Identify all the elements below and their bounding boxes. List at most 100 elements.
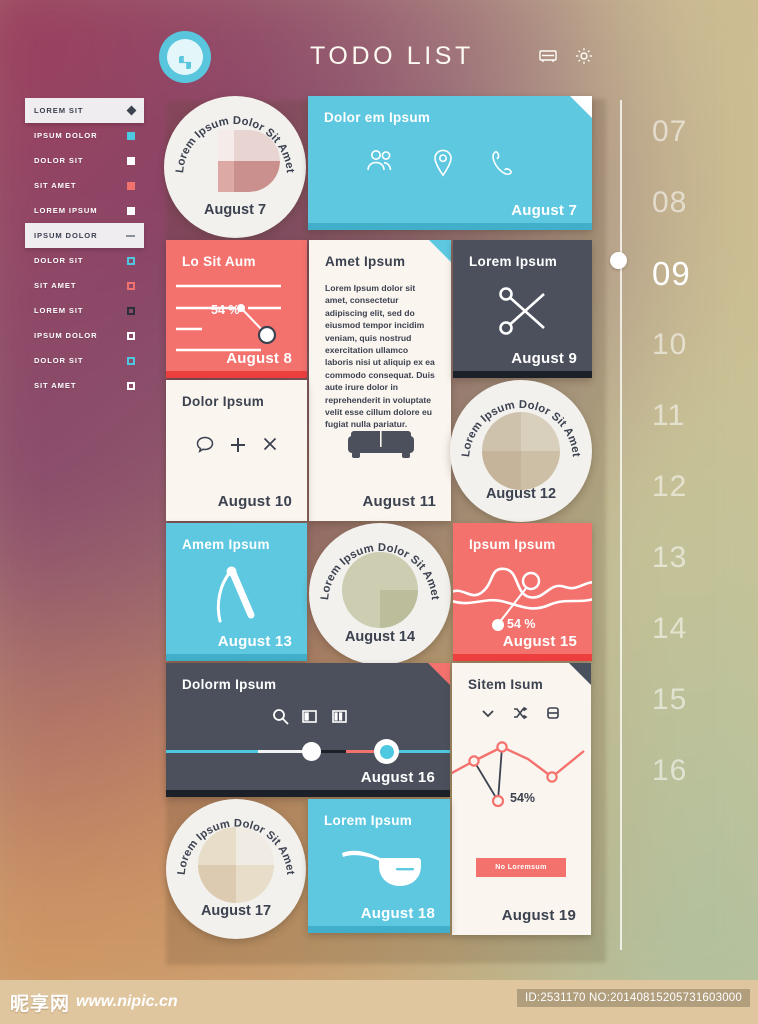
sidebar-item-label: DOLOR SIT	[34, 356, 84, 365]
sidebar-item-7[interactable]: SIT AMET	[25, 273, 144, 298]
card-aug9-dark[interactable]: Lorem Ipsum August 9	[453, 240, 592, 378]
card-board: Lorem Ipsum Dolor Sit Amet August 7 Dolo…	[164, 96, 592, 939]
card-date: August 7	[511, 202, 577, 219]
card-aug14-circle[interactable]: Lorem Ipsum Dolor Sit Amet August 14	[309, 523, 451, 665]
svg-text:Lorem Ipsum Dolor Sit Amet: Lorem Ipsum Dolor Sit Amet	[176, 817, 296, 875]
square-marker-icon	[127, 156, 135, 165]
sidebar-item-label: SIT AMET	[34, 281, 77, 290]
dash-marker-icon	[126, 234, 135, 237]
slider-handle-right[interactable]	[374, 739, 399, 764]
chevron-down-icon[interactable]	[480, 705, 496, 726]
card-aug13-blue[interactable]: Amem Ipsum August 13	[166, 523, 307, 661]
scissors-icon[interactable]	[497, 284, 551, 343]
screen-icon[interactable]	[538, 46, 558, 66]
ring-marker-icon	[127, 281, 135, 290]
sidebar-item-3[interactable]: SIT AMET	[25, 173, 144, 198]
slider-handle-left[interactable]	[302, 742, 321, 761]
slider-track-cyan-left	[166, 750, 258, 753]
gear-icon[interactable]	[574, 46, 594, 66]
razor-icon[interactable]	[209, 563, 263, 636]
page-fold	[570, 96, 592, 118]
aug7-icon-row	[348, 148, 532, 183]
timeline-number-08[interactable]: 08	[652, 167, 722, 238]
card-date: August 16	[360, 769, 435, 786]
row3-spacer	[307, 380, 451, 521]
ring-marker-icon	[127, 331, 135, 340]
sidebar-item-2[interactable]: DOLOR SIT	[25, 148, 144, 173]
timeline-number-10[interactable]: 10	[652, 309, 722, 380]
pipe-icon[interactable]	[338, 847, 422, 894]
card-aug17-circle[interactable]: Lorem Ipsum Dolor Sit Amet August 17	[166, 799, 306, 939]
sidebar-item-1[interactable]: IPSUM DOLOR	[25, 123, 144, 148]
card-aug15-red[interactable]: Ipsum Ipsum 54 % August 15	[453, 523, 592, 661]
aug16-slider[interactable]	[166, 739, 450, 764]
card-aug18-blue[interactable]: Lorem Ipsum August 18	[308, 799, 450, 933]
sidebar-item-label: IPSUM DOLOR	[34, 331, 98, 340]
ring-marker-icon	[127, 356, 135, 365]
card-date: August 17	[200, 903, 272, 919]
layout-split-icon[interactable]	[331, 708, 348, 730]
sidebar-item-11[interactable]: SIT AMET	[25, 373, 144, 398]
sidebar-item-0[interactable]: LOREM SIT	[25, 98, 144, 123]
sidebar-item-9[interactable]: IPSUM DOLOR	[25, 323, 144, 348]
group-icon[interactable]	[365, 148, 397, 183]
plus-icon[interactable]	[228, 435, 248, 460]
aug15-percent-label: 54 %	[507, 617, 536, 631]
card-title: Ipsum Ipsum	[469, 537, 556, 552]
skull-badge-icon[interactable]	[159, 31, 211, 83]
card-title: Sitem Isum	[468, 677, 544, 692]
tag-icon[interactable]	[545, 705, 561, 726]
timeline-number-12[interactable]: 12	[652, 451, 722, 522]
timeline-number-09[interactable]: 09	[652, 238, 722, 309]
sidebar-item-label: LOREM IPSUM	[34, 206, 98, 215]
sidebar-item-10[interactable]: DOLOR SIT	[25, 348, 144, 373]
timeline-number-11[interactable]: 11	[652, 380, 722, 451]
card-aug7-circle[interactable]: Lorem Ipsum Dolor Sit Amet August 7	[164, 96, 306, 238]
timeline-number-15[interactable]: 15	[652, 664, 722, 735]
sidebar-item-5[interactable]: IPSUM DOLOR	[25, 223, 144, 248]
card-title: Lo Sit Aum	[182, 254, 256, 269]
sidebar-item-8[interactable]: LOREM SIT	[25, 298, 144, 323]
card-aug12-circle[interactable]: Lorem Ipsum Dolor Sit Amet August 12	[450, 380, 592, 522]
phone-icon[interactable]	[489, 148, 515, 183]
page-title: TODO LIST	[310, 42, 474, 70]
card-date: August 7	[203, 202, 267, 218]
card-title: Dolor Ipsum	[182, 394, 265, 409]
timeline-number-16[interactable]: 16	[652, 735, 722, 806]
layout-left-icon[interactable]	[301, 708, 318, 730]
asset-id-label: ID:2531170 NO:20140815205731603000	[517, 989, 750, 1007]
sidebar-item-4[interactable]: LOREM IPSUM	[25, 198, 144, 223]
arc-text-aug12: Lorem Ipsum Dolor Sit Amet	[460, 399, 582, 458]
card-date: August 15	[502, 633, 577, 650]
card-aug10-cream[interactable]: Dolor Ipsum August 10	[166, 380, 307, 521]
logo-glyph	[167, 39, 203, 75]
timeline-number-07[interactable]: 07	[652, 96, 722, 167]
square-marker-icon	[127, 181, 135, 190]
shuffle-icon[interactable]	[512, 705, 528, 726]
timeline: 07 08 09 10 11 12 13 14 15 16	[652, 96, 722, 806]
timeline-number-13[interactable]: 13	[652, 522, 722, 593]
diamond-marker-icon	[126, 105, 137, 116]
card-date: August 14	[344, 629, 416, 645]
page-fold	[569, 663, 591, 685]
card-date: August 18	[360, 905, 435, 922]
card-aug8-red[interactable]: Lo Sit Aum 54 % August 8	[166, 240, 307, 378]
timeline-current-marker[interactable]	[610, 252, 627, 269]
ring-marker-icon	[127, 306, 135, 315]
card-title: Amem Ipsum	[182, 537, 270, 552]
speech-bubble-icon[interactable]	[195, 435, 215, 460]
card-aug16-dark[interactable]: Dolorm Ipsum August 16	[166, 663, 450, 797]
card-aug7-blue[interactable]: Dolor em Ipsum August 7	[308, 96, 592, 230]
map-pin-icon[interactable]	[431, 148, 455, 183]
page-fold	[428, 663, 450, 685]
site-logo: 昵享网	[10, 993, 71, 1015]
sidebar: LOREM SIT IPSUM DOLOR DOLOR SIT SIT AMET LOR…	[25, 98, 144, 398]
sidebar-item-6[interactable]: DOLOR SIT	[25, 248, 144, 273]
close-icon[interactable]	[261, 435, 279, 460]
ring-marker-icon	[127, 256, 135, 265]
square-marker-icon	[127, 206, 135, 215]
card-row-6: Lorem Ipsum Dolor Sit Amet August 17 Lor…	[166, 799, 592, 939]
search-icon[interactable]	[272, 708, 289, 730]
card-title: Amet Ipsum	[325, 254, 406, 269]
timeline-number-14[interactable]: 14	[652, 593, 722, 664]
